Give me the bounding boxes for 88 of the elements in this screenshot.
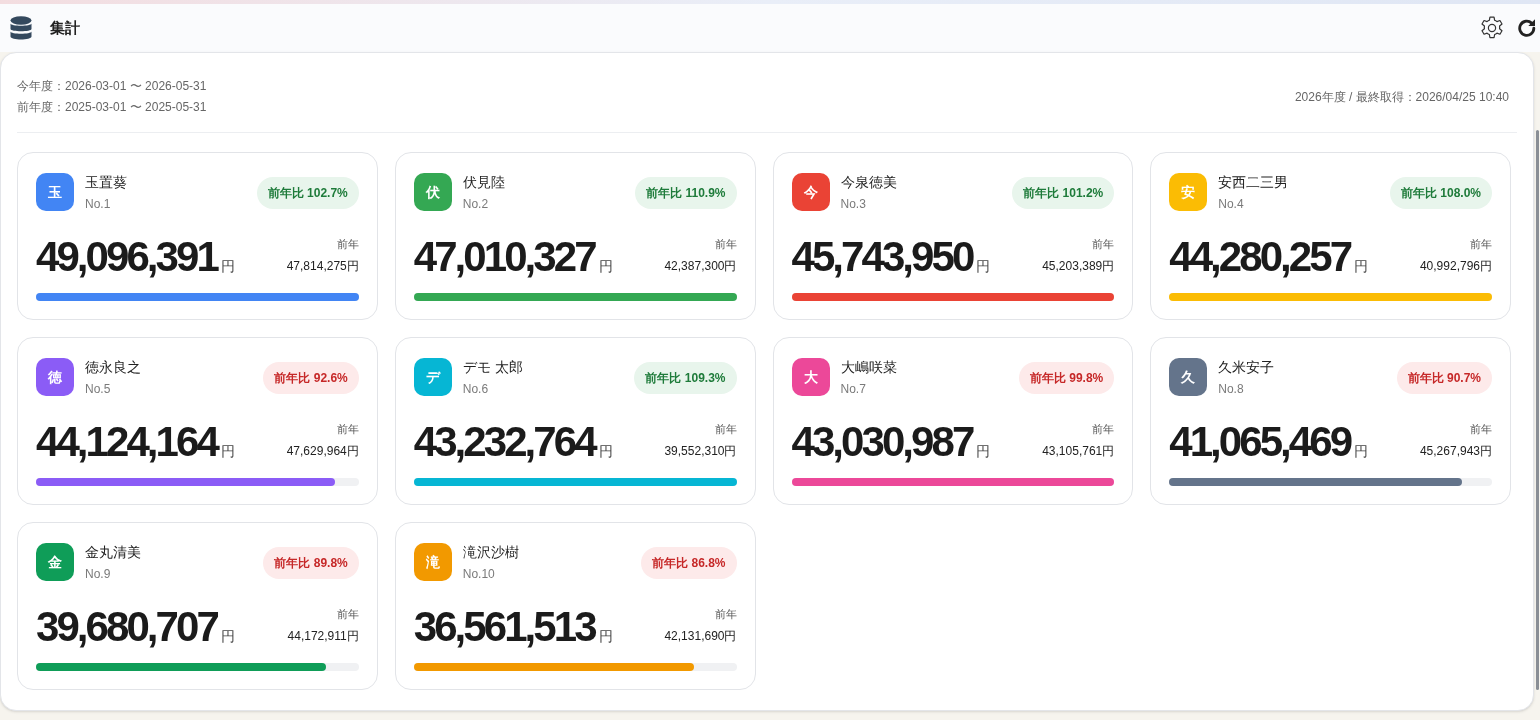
avatar-tile: 大 [791,358,830,396]
settings-icon[interactable] [1479,15,1505,41]
sales-amount: 49,096,391 [36,236,217,278]
avatar-tile: 滝 [413,543,452,581]
previous-year-label: 前年 [1470,422,1492,437]
previous-year-amount: 45,267,943円 [1419,443,1492,459]
previous-year-amount: 40,992,796円 [1419,258,1492,274]
currency-unit: 円 [220,627,235,646]
refresh-icon[interactable] [1517,18,1536,38]
rank-label: No.6 [462,382,490,396]
rank-label: No.10 [462,567,496,581]
previous-year-label: 前年 [1470,237,1492,252]
rank-label: No.3 [840,197,867,211]
currency-unit: 円 [1354,442,1369,461]
yoy-badge: 前年比 102.7% [256,177,359,209]
rank-label: No.4 [1218,197,1245,211]
scrollbar-thumb[interactable] [1535,130,1539,690]
previous-year-label: 前年 [336,237,359,252]
member-name: 滝沢沙樹 [462,543,519,561]
previous-year-label: 前年 [714,237,737,252]
yoy-badge: 前年比 101.2% [1012,177,1115,209]
yoy-badge: 前年比 86.8% [641,547,737,579]
member-name: デモ 太郎 [462,358,523,376]
sales-amount: 47,010,327 [413,236,595,278]
previous-year-amount: 45,203,389円 [1042,258,1115,274]
yoy-badge: 前年比 110.9% [635,177,737,209]
previous-year-amount: 39,552,310円 [664,443,737,459]
rank-label: No.2 [462,197,490,211]
member-name: 久米安子 [1218,358,1275,376]
current-period-text: 今年度：2026-03-01 〜 2026-05-31 [17,78,207,95]
sales-amount: 43,030,987 [791,421,973,463]
rank-label: No.8 [1218,382,1245,396]
avatar-tile: 伏 [413,173,452,211]
page-title: 集計 [50,17,80,38]
yoy-badge: 前年比 92.6% [263,362,359,394]
member-name: 玉置葵 [85,173,127,191]
previous-year-label: 前年 [714,607,737,622]
previous-year-amount: 43,105,761円 [1042,443,1115,459]
fetch-status-text: 2026年度 / 最終取得：2026/04/25 10:40 [1294,88,1509,106]
database-icon [10,15,32,41]
currency-unit: 円 [976,442,991,461]
currency-unit: 円 [598,442,613,461]
member-name: 安西二三男 [1218,173,1289,191]
currency-unit: 円 [1354,257,1369,276]
avatar-tile: デ [413,358,452,396]
sales-amount: 44,280,257 [1169,236,1351,278]
avatar-tile: 金 [36,543,74,581]
previous-year-label: 前年 [336,607,359,622]
sales-amount: 45,743,950 [791,236,973,278]
currency-unit: 円 [220,257,235,276]
rank-label: No.7 [840,382,867,396]
avatar-tile: 今 [791,173,830,211]
previous-year-label: 前年 [1092,422,1115,437]
rank-label: No.5 [85,382,112,396]
yoy-badge: 前年比 89.8% [263,547,359,579]
previous-period-text: 前年度：2025-03-01 〜 2025-05-31 [17,99,207,116]
yoy-badge: 前年比 99.8% [1018,362,1115,394]
previous-year-label: 前年 [714,422,737,437]
member-name: 伏見陸 [462,173,505,191]
member-name: 金丸清美 [85,543,141,561]
avatar-tile: 徳 [36,358,74,396]
currency-unit: 円 [598,627,613,646]
rank-label: No.9 [85,567,112,581]
previous-year-label: 前年 [336,422,359,437]
member-name: 徳永良之 [85,358,141,376]
yoy-badge: 前年比 109.3% [634,362,737,394]
currency-unit: 円 [220,442,235,461]
avatar-tile: 久 [1169,358,1208,396]
sales-amount: 44,124,164 [36,421,217,463]
sales-amount: 39,680,707 [36,606,217,648]
sales-amount: 41,065,469 [1169,421,1351,463]
sales-amount: 43,232,764 [413,421,595,463]
currency-unit: 円 [976,257,991,276]
yoy-badge: 前年比 90.7% [1396,362,1492,394]
previous-year-amount: 42,387,300円 [664,258,737,274]
previous-year-label: 前年 [1092,237,1115,252]
sales-amount: 36,561,513 [413,606,595,648]
avatar-tile: 安 [1169,173,1208,211]
avatar-tile: 玉 [36,173,74,211]
member-name: 今泉徳美 [840,173,897,191]
previous-year-amount: 47,814,275円 [286,258,359,274]
previous-year-amount: 44,172,911円 [287,628,359,644]
previous-year-amount: 42,131,690円 [664,628,737,644]
currency-unit: 円 [598,257,613,276]
previous-year-amount: 47,629,964円 [286,443,359,459]
yoy-badge: 前年比 108.0% [1389,177,1492,209]
member-name: 大嶋咲菜 [840,358,897,376]
rank-label: No.1 [85,197,112,211]
